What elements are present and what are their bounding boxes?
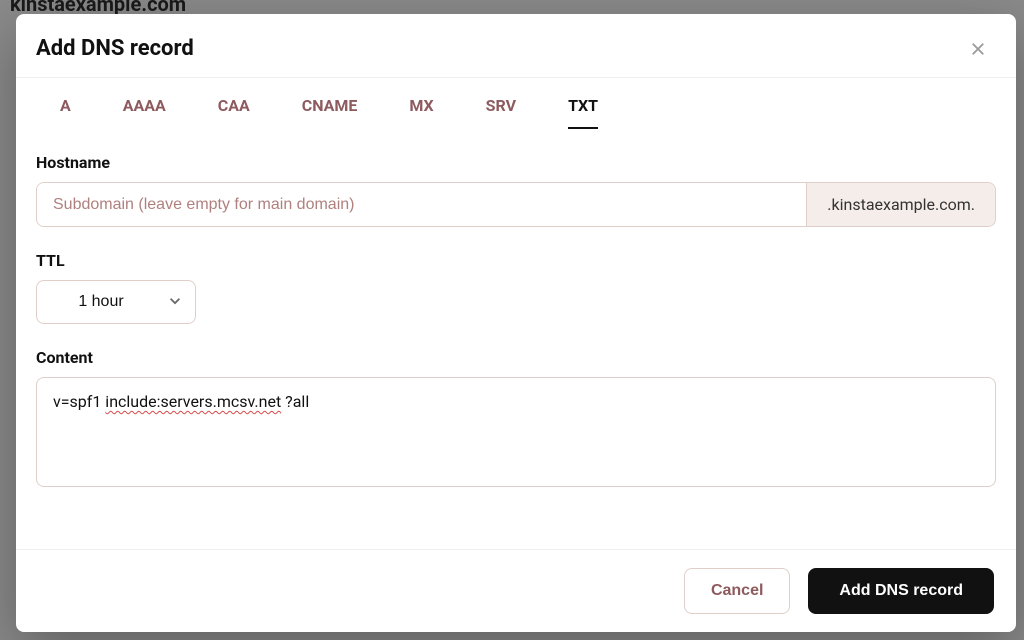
hostname-field: Hostname .kinstaexample.com. [36, 153, 996, 227]
tab-srv[interactable]: SRV [486, 96, 516, 129]
content-field: Content v=spf1 include:servers.mcsv.net … [36, 348, 996, 487]
tab-a[interactable]: A [60, 96, 71, 129]
tab-cname[interactable]: CNAME [302, 96, 358, 129]
add-dns-record-modal: Add DNS record A AAAA CAA CNAME MX SRV T… [16, 14, 1016, 632]
ttl-label: TTL [36, 251, 996, 270]
ttl-select[interactable]: 1 hour [36, 280, 196, 324]
close-icon[interactable] [970, 41, 986, 57]
ttl-field: TTL 1 hour [36, 251, 996, 324]
modal-title: Add DNS record [36, 36, 194, 61]
hostname-label: Hostname [36, 153, 996, 172]
dns-type-tabs: A AAAA CAA CNAME MX SRV TXT [16, 78, 1016, 129]
hostname-suffix: .kinstaexample.com. [806, 183, 995, 226]
add-dns-record-button[interactable]: Add DNS record [808, 568, 994, 614]
tab-caa[interactable]: CAA [218, 96, 250, 129]
hostname-input[interactable] [37, 183, 806, 226]
content-label: Content [36, 348, 996, 367]
tab-mx[interactable]: MX [409, 96, 433, 129]
content-textarea[interactable]: v=spf1 include:servers.mcsv.net ?all [36, 377, 996, 487]
modal-header: Add DNS record [16, 14, 1016, 78]
cancel-button[interactable]: Cancel [684, 568, 790, 614]
modal-body: Hostname .kinstaexample.com. TTL 1 hour … [16, 129, 1016, 549]
tab-aaaa[interactable]: AAAA [123, 96, 166, 129]
modal-footer: Cancel Add DNS record [16, 549, 1016, 632]
tab-txt[interactable]: TXT [568, 96, 598, 129]
hostname-input-group: .kinstaexample.com. [36, 182, 996, 227]
spellcheck-mark: include:servers.mcsv.net [105, 392, 281, 411]
